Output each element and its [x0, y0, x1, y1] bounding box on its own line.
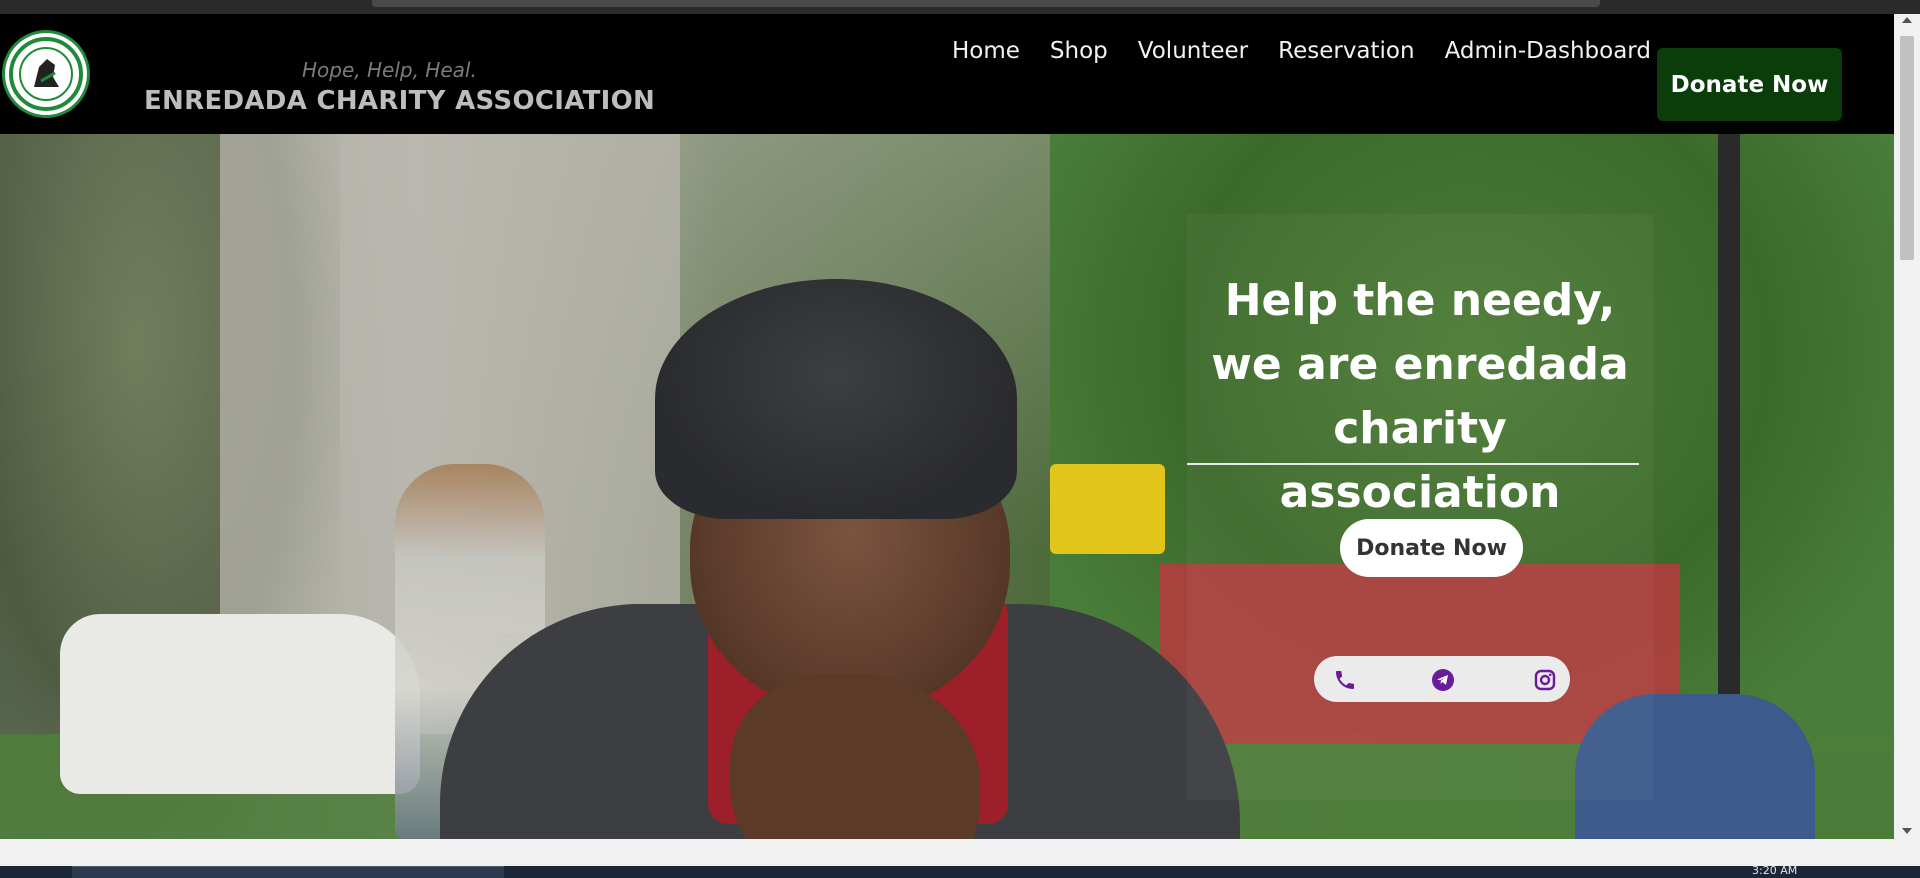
page-viewport: Hope, Help, Heal. ENREDADA CHARITY ASSOC… [0, 14, 1894, 839]
scroll-up-arrow-icon[interactable] [1902, 17, 1912, 23]
os-taskbar: 3:20 AM [0, 864, 1920, 878]
nav-item-shop[interactable]: Shop [1050, 38, 1108, 64]
instagram-icon[interactable] [1532, 667, 1557, 692]
hero-man-hat [655, 279, 1017, 519]
site-brand: ENREDADA CHARITY ASSOCIATION [144, 86, 656, 116]
navbar: Hope, Help, Heal. ENREDADA CHARITY ASSOC… [0, 14, 1894, 134]
site-tagline: Hope, Help, Heal. [302, 58, 477, 82]
telegram-icon[interactable] [1430, 667, 1455, 692]
social-links-bar [1314, 656, 1570, 702]
nav-item-volunteer[interactable]: Volunteer [1138, 38, 1248, 64]
hero-background-car [60, 614, 420, 794]
taskbar-clock: 3:20 AM [1752, 864, 1798, 877]
main-nav: Home Shop Volunteer Reservation Admin-Da… [952, 38, 1651, 64]
scroll-down-arrow-icon[interactable] [1902, 828, 1912, 834]
browser-chrome [0, 0, 1920, 14]
vertical-scrollbar[interactable] [1894, 14, 1920, 839]
logo[interactable] [2, 30, 90, 118]
scrollbar-thumb[interactable] [1900, 36, 1914, 260]
logo-emblem-icon [9, 37, 83, 111]
donate-now-hero-button[interactable]: Donate Now [1340, 519, 1523, 577]
phone-icon[interactable] [1332, 667, 1357, 692]
horizontal-scrollbar[interactable] [0, 839, 1920, 866]
hero-divider [1187, 463, 1639, 465]
donate-now-nav-button[interactable]: Donate Now [1657, 48, 1842, 121]
taskbar-item[interactable] [72, 866, 504, 878]
nav-item-reservation[interactable]: Reservation [1278, 38, 1414, 64]
nav-item-admin-dashboard[interactable]: Admin-Dashboard [1445, 38, 1651, 64]
browser-tab-strip [372, 0, 1600, 7]
hero-background-sign [1050, 464, 1165, 554]
hero-title: Help the needy, we are enredada charity … [1211, 275, 1629, 518]
nav-item-home[interactable]: Home [952, 38, 1020, 64]
hero-section: Help the needy, we are enredada charity … [0, 134, 1894, 839]
hero-background-pole [1718, 134, 1740, 694]
